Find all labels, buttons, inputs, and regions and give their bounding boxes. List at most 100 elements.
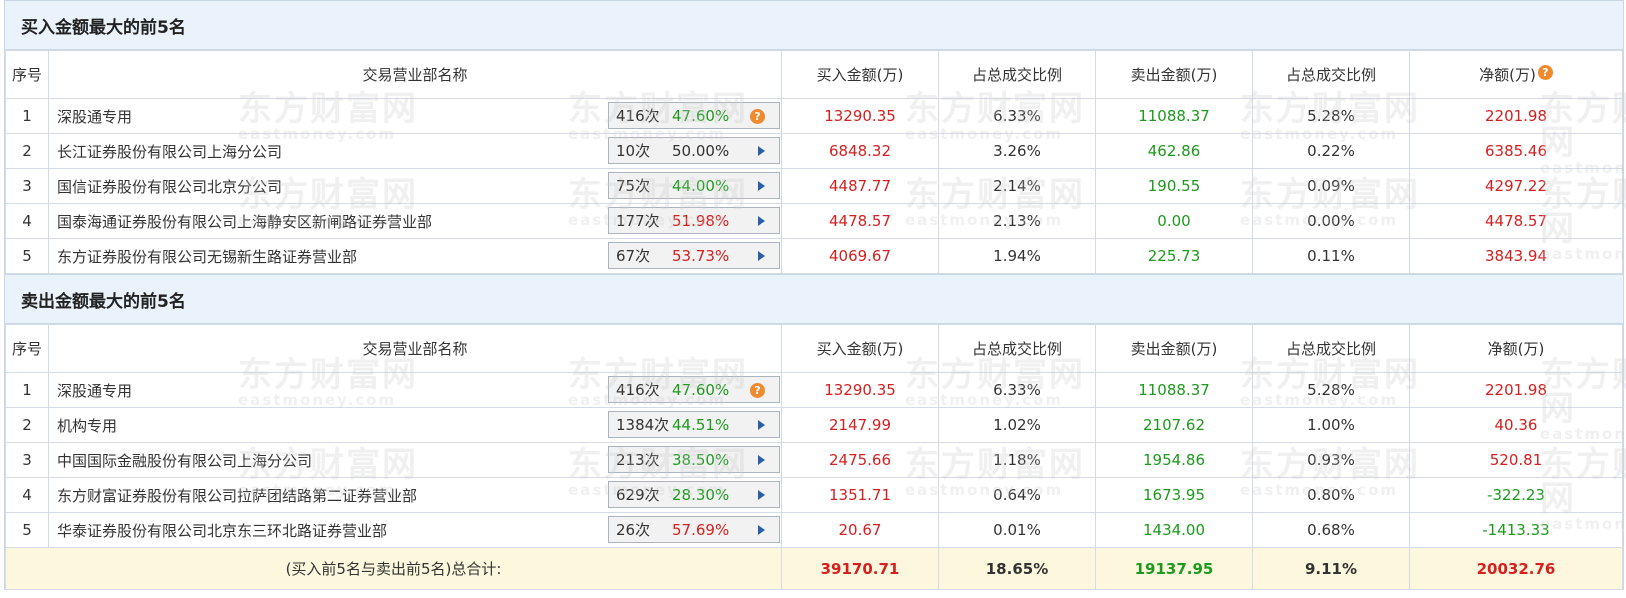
expand-arrow-icon[interactable] <box>758 420 765 430</box>
sell-ratio: 0.09% <box>1252 168 1410 204</box>
sell-amount: 0.00 <box>1095 203 1253 239</box>
sell-ratio: 0.00% <box>1252 203 1410 239</box>
branch-history-badge[interactable]: 213次 38.50% <box>608 446 780 473</box>
branch-name-cell: 国泰海通证券股份有限公司上海静安区新闸路证券营业部 177次 51.98% <box>48 203 782 239</box>
net-amount: 4297.22 <box>1409 168 1623 204</box>
branch-history-badge[interactable]: 1384次 44.51% <box>608 411 780 438</box>
branch-name-cell: 中国国际金融股份有限公司上海分公司 213次 38.50% <box>48 442 782 478</box>
branch-history-badge[interactable]: 416次 47.60%? <box>608 102 780 129</box>
header-sell: 卖出金额(万) <box>1095 50 1253 99</box>
sell-table-header: 序号 交易营业部名称 买入金额(万) 占总成交比例 卖出金额(万) 占总成交比例… <box>5 324 1623 373</box>
success-rate: 53.73% <box>672 246 730 265</box>
branch-name-link[interactable]: 华泰证券股份有限公司北京东三环北路证券营业部 <box>57 520 387 541</box>
listing-count: 177次 <box>616 212 660 230</box>
buy-table-header: 序号 交易营业部名称 买入金额(万) 占总成交比例 卖出金额(万) 占总成交比例… <box>5 50 1623 99</box>
expand-arrow-icon[interactable] <box>758 181 765 191</box>
total-sell-ratio: 9.11% <box>1252 547 1410 590</box>
branch-name-link[interactable]: 机构专用 <box>57 415 117 436</box>
help-question-icon[interactable]: ? <box>1537 65 1553 80</box>
listing-count: 1384次 <box>616 416 670 434</box>
expand-arrow-icon[interactable] <box>758 216 765 226</box>
table-row: 1 深股通专用 416次 47.60%? 13290.35 6.33% 11088.37 5.… <box>5 98 1623 134</box>
buy-ratio: 0.64% <box>938 477 1096 513</box>
buy-table-body: 1 深股通专用 416次 47.60%? 13290.35 6.33% 11088.37 5.… <box>5 98 1623 274</box>
branch-name-cell: 长江证券股份有限公司上海分公司 10次 50.00% <box>48 133 782 169</box>
sell-table-body: 1 深股通专用 416次 47.60%? 13290.35 6.33% 11088.37 5.… <box>5 372 1623 548</box>
branch-history-badge[interactable]: 26次 57.69% <box>608 516 780 543</box>
header-buy: 买入金额(万) <box>781 50 939 99</box>
branch-history-badge[interactable]: 416次 47.60%? <box>608 376 780 403</box>
buy-ratio: 1.02% <box>938 407 1096 443</box>
buy-ratio: 3.26% <box>938 133 1096 169</box>
branch-name-link[interactable]: 国泰海通证券股份有限公司上海静安区新闸路证券营业部 <box>57 211 432 232</box>
expand-arrow-icon[interactable] <box>758 490 765 500</box>
listing-count: 67次 <box>616 247 651 265</box>
buy-amount: 6848.32 <box>781 133 939 169</box>
branch-name-cell: 深股通专用 416次 47.60%? <box>48 98 782 134</box>
question-icon[interactable]: ? <box>750 109 765 124</box>
question-icon[interactable]: ? <box>750 383 765 398</box>
net-amount: 2201.98 <box>1409 372 1623 408</box>
table-row: 1 深股通专用 416次 47.60%? 13290.35 6.33% 11088.37 5.… <box>5 372 1623 408</box>
branch-history-badge[interactable]: 75次 44.00% <box>608 172 780 199</box>
branch-history-badge[interactable]: 629次 28.30% <box>608 481 780 508</box>
total-sell: 19137.95 <box>1095 547 1253 590</box>
row-index: 3 <box>5 442 49 478</box>
buy-amount: 2147.99 <box>781 407 939 443</box>
expand-arrow-icon[interactable] <box>758 525 765 535</box>
expand-arrow-icon[interactable] <box>758 455 765 465</box>
sell-amount: 11088.37 <box>1095 372 1253 408</box>
success-rate: 47.60% <box>672 380 730 399</box>
header-buy-ratio: 占总成交比例 <box>938 50 1096 99</box>
sell-amount: 1434.00 <box>1095 512 1253 548</box>
sell-ratio: 0.22% <box>1252 133 1410 169</box>
listing-count: 10次 <box>616 142 651 160</box>
branch-history-badge[interactable]: 10次 50.00% <box>608 137 780 164</box>
branch-name-link[interactable]: 深股通专用 <box>57 106 132 127</box>
sell-table: 序号 交易营业部名称 买入金额(万) 占总成交比例 卖出金额(万) 占总成交比例… <box>5 324 1623 590</box>
total-buy: 39170.71 <box>781 547 939 590</box>
header-net: 净额(万)? <box>1409 50 1623 99</box>
sell-amount: 1673.95 <box>1095 477 1253 513</box>
branch-history-badge[interactable]: 177次 51.98% <box>608 207 780 234</box>
listing-count: 416次 <box>616 107 660 125</box>
branch-name-link[interactable]: 中国国际金融股份有限公司上海分公司 <box>57 450 312 471</box>
buy-ratio: 1.94% <box>938 238 1096 274</box>
buy-amount: 4069.67 <box>781 238 939 274</box>
buy-section-title: 买入金额最大的前5名 <box>5 0 1623 50</box>
row-index: 1 <box>5 372 49 408</box>
table-row: 3 中国国际金融股份有限公司上海分公司 213次 38.50% 2475.66 1.18%… <box>5 442 1623 478</box>
branch-name-link[interactable]: 深股通专用 <box>57 380 132 401</box>
total-row: (买入前5名与卖出前5名)总合计: 39170.71 18.65% 19137.… <box>5 547 1623 590</box>
buy-amount: 4478.57 <box>781 203 939 239</box>
buy-amount: 20.67 <box>781 512 939 548</box>
table-row: 5 东方证券股份有限公司无锡新生路证券营业部 67次 53.73% 4069.67 1.9… <box>5 238 1623 274</box>
sell-amount: 462.86 <box>1095 133 1253 169</box>
success-rate: 47.60% <box>672 106 730 125</box>
success-rate: 44.00% <box>672 176 730 195</box>
net-amount: 6385.46 <box>1409 133 1623 169</box>
buy-amount: 13290.35 <box>781 372 939 408</box>
branch-name-link[interactable]: 东方财富证券股份有限公司拉萨团结路第二证券营业部 <box>57 485 417 506</box>
sell-ratio: 0.11% <box>1252 238 1410 274</box>
dragon-tiger-table: 买入金额最大的前5名 序号 交易营业部名称 买入金额(万) 占总成交比例 卖出金… <box>4 0 1624 590</box>
branch-name-cell: 东方财富证券股份有限公司拉萨团结路第二证券营业部 629次 28.30% <box>48 477 782 513</box>
branch-name-link[interactable]: 长江证券股份有限公司上海分公司 <box>57 141 282 162</box>
sell-amount: 2107.62 <box>1095 407 1253 443</box>
branch-name-cell: 深股通专用 416次 47.60%? <box>48 372 782 408</box>
header-name: 交易营业部名称 <box>48 50 782 99</box>
branch-name-link[interactable]: 东方证券股份有限公司无锡新生路证券营业部 <box>57 246 357 267</box>
sell-amount: 190.55 <box>1095 168 1253 204</box>
listing-count: 629次 <box>616 486 660 504</box>
expand-arrow-icon[interactable] <box>758 251 765 261</box>
branch-name-cell: 机构专用 1384次 44.51% <box>48 407 782 443</box>
branch-history-badge[interactable]: 67次 53.73% <box>608 242 780 269</box>
table-row: 4 国泰海通证券股份有限公司上海静安区新闸路证券营业部 177次 51.98% 4478… <box>5 203 1623 239</box>
buy-amount: 2475.66 <box>781 442 939 478</box>
buy-ratio: 1.18% <box>938 442 1096 478</box>
branch-name-link[interactable]: 国信证券股份有限公司北京分公司 <box>57 176 282 197</box>
expand-arrow-icon[interactable] <box>758 146 765 156</box>
buy-ratio: 0.01% <box>938 512 1096 548</box>
row-index: 2 <box>5 407 49 443</box>
total-label: (买入前5名与卖出前5名)总合计: <box>5 547 782 590</box>
